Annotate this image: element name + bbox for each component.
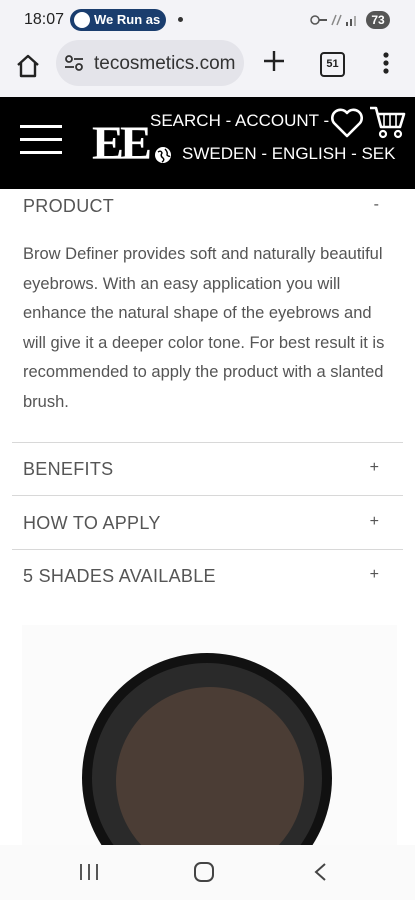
tab-switcher-button[interactable]: 51 [320,52,345,77]
collapse-icon[interactable]: - [374,196,379,214]
battery-indicator: 73 [366,11,390,29]
plus-icon[interactable] [262,49,286,73]
recent-apps-icon[interactable] [78,863,100,881]
status-bar: 18:07 We Run as 73 [0,0,415,40]
expand-icon[interactable]: + [370,459,379,477]
product-image [22,625,397,845]
browser-toolbar: tecosmetics.com 51 [0,40,415,97]
divider [12,549,403,550]
site-header: E E SEARCH - ACCOUNT - SWEDEN - ENGLISH … [0,97,415,189]
hamburger-menu-icon[interactable] [20,125,62,155]
status-time: 18:07 [24,11,65,28]
product-description: Brow Definer provides soft and naturally… [23,245,385,411]
notification-dot [178,17,183,22]
accordion-title: 5 SHADES AVAILABLE [23,566,216,586]
home-icon[interactable] [14,52,42,80]
address-bar[interactable]: tecosmetics.com [56,40,244,86]
cart-icon[interactable] [368,105,406,139]
spotify-icon [74,12,90,28]
media-pill[interactable]: We Run as [70,9,166,31]
system-nav-bar [0,845,415,900]
svg-text:E: E [120,117,152,167]
heart-icon[interactable] [330,107,364,139]
accordion-title: PRODUCT [23,196,115,216]
expand-icon[interactable]: + [370,566,379,584]
expand-icon[interactable]: + [370,513,379,531]
compact-ring [92,663,322,845]
header-top-links[interactable]: SEARCH - ACCOUNT - [150,111,329,131]
url-text: tecosmetics.com [94,53,236,74]
divider [12,495,403,496]
signal-icons [310,14,356,26]
brow-definer-compact [82,653,332,845]
shade-pan [116,687,304,845]
accordion-title: BENEFITS [23,459,114,479]
back-icon[interactable] [312,862,328,882]
media-pill-label: We Run as [94,12,161,27]
more-vertical-icon[interactable] [383,52,389,74]
home-button[interactable] [194,862,214,882]
accordion-title: HOW TO APPLY [23,513,161,533]
globe-icon [155,147,171,163]
site-settings-icon[interactable] [64,53,84,73]
header-locale-links[interactable]: SWEDEN - ENGLISH - SEK [182,144,395,164]
divider [12,442,403,443]
